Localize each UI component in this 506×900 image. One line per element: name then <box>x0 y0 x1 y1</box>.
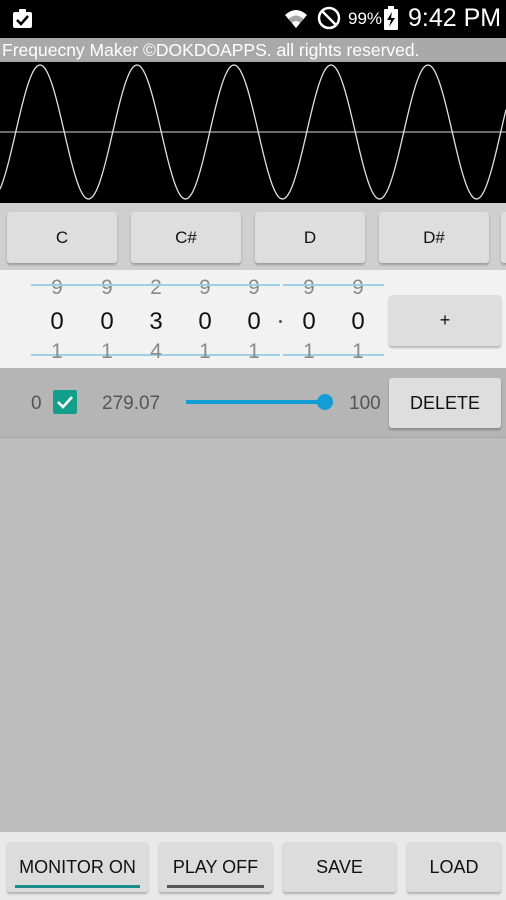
bottom-toolbar: MONITOR ON PLAY OFF SAVE LOAD <box>0 832 506 900</box>
clipboard-check-icon <box>13 9 32 28</box>
battery-charging-icon <box>384 6 398 30</box>
add-frequency-button[interactable]: + <box>389 295 501 346</box>
note-button-c-sharp[interactable]: C# <box>131 212 241 263</box>
status-bar: 99% 9:42 PM <box>0 0 506 38</box>
save-button[interactable]: SAVE <box>283 842 396 892</box>
monitor-toggle-button[interactable]: MONITOR ON <box>7 842 148 892</box>
digit-picker[interactable]: 9 0 1 <box>81 270 133 368</box>
clock: 9:42 PM <box>408 4 502 32</box>
note-button-d[interactable]: D <box>255 212 365 263</box>
decimal-point <box>279 320 282 323</box>
digit-picker[interactable]: 9 0 1 <box>179 270 231 368</box>
tone-volume: 100 <box>349 393 381 414</box>
monitor-on-indicator <box>15 885 140 888</box>
app-title: Frequecny Maker ©DOKDOAPPS. all rights r… <box>0 38 506 62</box>
delete-button[interactable]: DELETE <box>389 378 501 428</box>
monitor-toggle-label: MONITOR ON <box>19 856 136 877</box>
digit-picker[interactable]: 9 0 1 <box>283 270 335 368</box>
play-toggle-label: PLAY OFF <box>172 856 259 877</box>
battery-percent: 99% <box>348 9 383 28</box>
load-button[interactable]: LOAD <box>407 842 501 892</box>
volume-slider-thumb[interactable] <box>317 394 333 410</box>
tone-frequency: 279.07 <box>102 393 161 414</box>
digit-picker[interactable]: 9 0 1 <box>332 270 384 368</box>
do-not-disturb-icon <box>317 6 341 30</box>
wifi-icon <box>285 10 307 28</box>
note-button-next[interactable] <box>501 212 506 263</box>
list-item: 0 279.07 100 DELETE <box>0 368 506 438</box>
digit-picker[interactable]: 9 0 1 <box>31 270 83 368</box>
note-button-c[interactable]: C <box>7 212 117 263</box>
play-toggle-button[interactable]: PLAY OFF <box>159 842 272 892</box>
note-selector: C C# D D# <box>0 203 506 270</box>
checkmark-icon <box>57 396 73 409</box>
tone-index: 0 <box>31 393 42 414</box>
digit-picker[interactable]: 9 0 1 <box>228 270 280 368</box>
waveform-display <box>0 62 506 203</box>
tone-enabled-checkbox[interactable] <box>53 390 77 414</box>
volume-slider[interactable] <box>186 400 326 404</box>
digit-picker[interactable]: 2 3 4 <box>130 270 182 368</box>
play-off-indicator <box>167 885 264 888</box>
note-button-d-sharp[interactable]: D# <box>379 212 489 263</box>
